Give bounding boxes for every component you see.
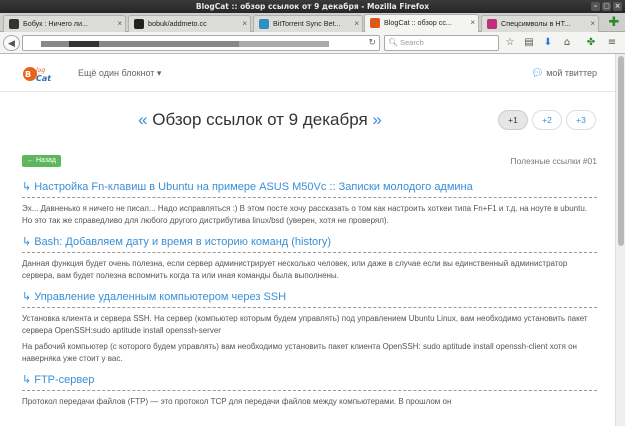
link-title-text[interactable]: Настройка Fn-клавиш в Ubuntu на примере … [34, 181, 473, 193]
link-description: Установка клиента и сервера SSH. На серв… [22, 314, 588, 335]
link-arrow-icon: ↳ [22, 236, 32, 248]
link-item-title[interactable]: ↳ Управление удаленным компьютером через … [22, 286, 597, 305]
divider [22, 252, 597, 253]
menu-icon[interactable]: ≡ [605, 36, 619, 50]
search-icon: 🔍︎ [388, 38, 399, 47]
divider [22, 307, 597, 308]
window-controls: – ▢ × [591, 2, 622, 11]
page-scrollbar[interactable] [615, 54, 625, 426]
back-button[interactable]: ◀ [3, 35, 20, 51]
tab-label: BitTorrent Sync Bet... [273, 19, 341, 28]
maximize-button[interactable]: ▢ [602, 2, 611, 11]
link-item: ↳ FTP-сервер Протокол передачи файлов (FTP… [22, 369, 597, 408]
link-item: ↳ Настройка Fn-клавиш в Ubuntu на примере… [22, 176, 597, 226]
url-redacted-3 [99, 41, 239, 47]
tab-3[interactable]: BitTorrent Sync Bet... × [253, 15, 363, 32]
bookmark-star-icon[interactable]: ☆ [503, 36, 517, 50]
cat-icon [9, 19, 19, 29]
minimize-button[interactable]: – [591, 2, 600, 11]
link-description: На рабочий компьютер (с которого будем у… [22, 342, 577, 363]
svg-text:log: log [36, 67, 45, 74]
search-box[interactable]: 🔍︎ Search [384, 35, 499, 51]
twitter-icon: 💬︎ [530, 68, 544, 79]
link-item: ↳ Bash: Добавляем дату и время в историю … [22, 231, 597, 281]
prev-post-link[interactable]: « [138, 110, 147, 129]
url-redacted-1 [41, 41, 69, 47]
link-item-title[interactable]: ↳ Bash: Добавляем дату и время в историю … [22, 231, 597, 250]
page-button-3[interactable]: +3 [566, 110, 596, 130]
s-icon [487, 19, 497, 29]
back-link-button[interactable]: ← Назад [22, 155, 62, 167]
scrollbar-thumb[interactable] [618, 56, 624, 246]
tab-5[interactable]: Спецсимволы в HT... × [481, 15, 599, 32]
tab-label: Бобук : Ничего ли... [23, 19, 89, 28]
tab-1[interactable]: Бобук : Ничего ли... × [3, 15, 126, 32]
svg-text:Cat: Cat [36, 74, 52, 83]
sync-icon [259, 19, 269, 29]
window-titlebar: BlogCat :: обзор ссылок от 9 декабря - M… [0, 0, 625, 13]
blogcat-logo[interactable]: B log Cat [22, 62, 60, 84]
link-item: ↳ Управление удаленным компьютером через … [22, 286, 597, 364]
post-title: « Обзор ссылок от 9 декабря » [0, 110, 520, 130]
link-description: Данная функция будет очень полезна, если… [22, 259, 568, 280]
blogcat-icon [370, 18, 380, 28]
close-tab-icon[interactable]: × [117, 16, 122, 32]
reload-icon[interactable]: ↻ [368, 36, 376, 51]
navigation-toolbar: ◀ ↻ 🔍︎ Search ☆ ▤ ⬇ ⌂ ✤ ≡ [0, 32, 625, 54]
close-tab-icon[interactable]: × [242, 16, 247, 32]
close-tab-icon[interactable]: × [590, 16, 595, 32]
bookmarks-list-icon[interactable]: ▤ [522, 36, 536, 50]
close-tab-icon[interactable]: × [354, 16, 359, 32]
link-title-text[interactable]: FTP-сервер [34, 374, 94, 386]
tab-label: Спецсимволы в HT... [501, 19, 571, 28]
search-placeholder: Search [400, 38, 424, 47]
link-arrow-icon: ↳ [22, 374, 32, 386]
web-page: B log Cat Ещё один блокнот ▾ 💬︎ мой твит… [0, 54, 615, 426]
url-redacted-4 [239, 41, 329, 47]
window-title: BlogCat :: обзор ссылок от 9 декабря - M… [195, 2, 430, 11]
divider [22, 390, 597, 391]
site-navbar: B log Cat Ещё один блокнот ▾ 💬︎ мой твит… [0, 54, 615, 92]
url-bar[interactable]: ↻ [22, 35, 380, 51]
divider [22, 197, 597, 198]
link-title-text[interactable]: Bash: Добавляем дату и время в историю к… [34, 236, 331, 248]
twitter-label: мой твиттер [546, 68, 597, 78]
notebook-dropdown[interactable]: Ещё один блокнот ▾ [78, 68, 161, 79]
svg-text:B: B [25, 70, 31, 79]
tab-label: bobuk/addmeto.cc [148, 19, 207, 28]
tab-4[interactable]: BlogCat :: обзор сс... × [364, 14, 479, 33]
link-title-text[interactable]: Управление удаленным компьютером через S… [34, 291, 286, 303]
post-title-text: Обзор ссылок от 9 декабря [152, 110, 368, 129]
twitter-link[interactable]: 💬︎ мой твиттер [531, 68, 597, 79]
link-description: Эх... Давненько я ничего не писал... Над… [22, 204, 587, 225]
new-tab-button[interactable]: ✚ [607, 16, 621, 30]
page-button-1[interactable]: +1 [498, 110, 528, 130]
github-icon [134, 19, 144, 29]
link-description: Протокол передачи файлов (FTP) — это про… [22, 397, 452, 406]
link-list: ↳ Настройка Fn-клавиш в Ubuntu на примере… [22, 176, 597, 413]
browser-window: BlogCat :: обзор ссылок от 9 декабря - M… [0, 0, 625, 426]
tab-bar: Бобук : Ничего ли... × bobuk/addmeto.cc × Bi… [0, 13, 625, 33]
close-tab-icon[interactable]: × [470, 15, 475, 31]
close-window-button[interactable]: × [613, 2, 622, 11]
link-item-title[interactable]: ↳ FTP-сервер [22, 369, 597, 388]
url-redacted-2 [69, 41, 99, 47]
home-icon[interactable]: ⌂ [560, 36, 574, 50]
tab-2[interactable]: bobuk/addmeto.cc × [128, 15, 251, 32]
downloads-icon[interactable]: ⬇ [541, 36, 555, 50]
post-tagline: Полезные ссылки #01 [510, 156, 597, 166]
link-arrow-icon: ↳ [22, 181, 32, 193]
link-item-title[interactable]: ↳ Настройка Fn-клавиш в Ubuntu на примере… [22, 176, 597, 195]
tab-label: BlogCat :: обзор сс... [384, 18, 452, 27]
link-arrow-icon: ↳ [22, 291, 32, 303]
next-post-link[interactable]: » [372, 110, 381, 129]
page-button-2[interactable]: +2 [532, 110, 562, 130]
addon-puzzle-icon[interactable]: ✤ [584, 36, 598, 50]
